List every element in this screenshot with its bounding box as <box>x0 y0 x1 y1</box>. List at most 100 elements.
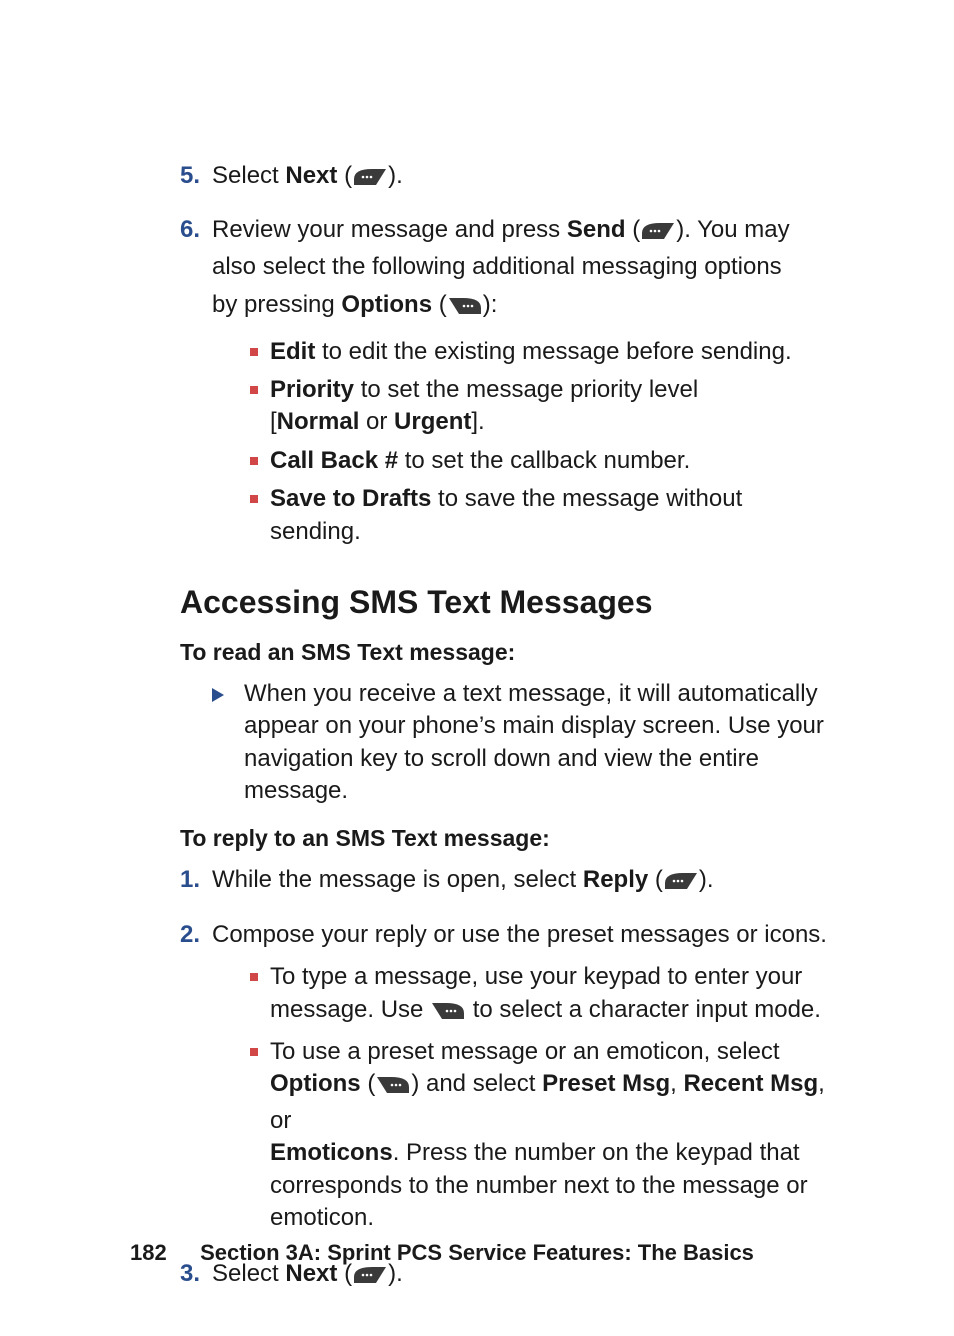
text: to select a character input mode. <box>466 996 821 1023</box>
right-softkey-icon <box>375 1072 411 1104</box>
line: Emoticons. Press the number on the keypa… <box>270 1137 839 1169</box>
label-emoticons: Emoticons <box>270 1139 393 1166</box>
list-item: Edit to edit the existing message before… <box>250 336 839 368</box>
page-number: 182 <box>130 1240 167 1266</box>
text: message. Use <box>270 996 430 1023</box>
right-softkey-icon <box>447 293 483 325</box>
line: navigation key to scroll down and view t… <box>244 743 839 775</box>
label-urgent: Urgent <box>394 408 471 435</box>
text: to set the callback number. <box>398 447 690 474</box>
line: When you receive a text message, it will… <box>244 678 839 710</box>
line: emoticon. <box>270 1202 839 1234</box>
line: corresponds to the number next to the me… <box>270 1170 839 1202</box>
label-preset-msg: Preset Msg <box>542 1070 670 1097</box>
bullet-icon <box>250 1048 258 1056</box>
triangle-bullet-icon <box>212 688 224 702</box>
step-number: 1. <box>180 864 212 900</box>
sub-list: Edit to edit the existing message before… <box>212 336 839 548</box>
label-normal: Normal <box>277 408 360 435</box>
list-text: To type a message, use your keypad to en… <box>270 961 821 1030</box>
right-softkey-icon <box>430 998 466 1030</box>
bullet-icon <box>250 495 258 503</box>
label-callback: Call Back # <box>270 447 398 474</box>
sub-list: To type a message, use your keypad to en… <box>212 961 839 1234</box>
list-item: Priority to set the message priority lev… <box>250 374 839 439</box>
step-5: 5. Select Next (). <box>180 160 839 196</box>
line: Compose your reply or use the preset mes… <box>212 919 839 951</box>
text: . Press the number on the keypad that <box>393 1139 800 1166</box>
label-priority: Priority <box>270 376 354 403</box>
text: While the message is open, select <box>212 866 583 893</box>
label-edit: Edit <box>270 338 315 365</box>
text: Review your message and press <box>212 216 567 243</box>
step-body: While the message is open, select Reply … <box>212 864 839 900</box>
paragraph: When you receive a text message, it will… <box>244 678 839 808</box>
label-next: Next <box>285 162 337 189</box>
line: by pressing Options (): <box>212 289 839 325</box>
reply-step-2: 2. Compose your reply or use the preset … <box>180 919 839 1241</box>
step-body: Compose your reply or use the preset mes… <box>212 919 839 1241</box>
text: Select <box>212 162 285 189</box>
text: , <box>670 1070 683 1097</box>
text: ( <box>337 162 352 189</box>
run-in-heading: To reply to an SMS Text message: <box>180 825 839 852</box>
step-number: 5. <box>180 160 212 196</box>
step-number: 6. <box>180 214 212 554</box>
line: appear on your phone’s main display scre… <box>244 710 839 742</box>
bullet-icon <box>250 457 258 465</box>
read-body: When you receive a text message, it will… <box>180 678 839 808</box>
reply-step-1: 1. While the message is open, select Rep… <box>180 864 839 900</box>
text: ). <box>388 162 403 189</box>
step-number: 2. <box>180 919 212 1241</box>
list-text: Priority to set the message priority lev… <box>270 374 698 439</box>
text: ) and select <box>411 1070 542 1097</box>
line: also select the following additional mes… <box>212 251 839 283</box>
list-item: Save to Drafts to save the message witho… <box>250 483 839 548</box>
text: to edit the existing message before send… <box>315 338 791 365</box>
line: message. Use to select a character input… <box>270 994 821 1030</box>
line: Options ( ) and select Preset Msg, Recent… <box>270 1068 839 1137</box>
line: To use a preset message or an emoticon, … <box>270 1036 839 1068</box>
label-reply: Reply <box>583 866 648 893</box>
list-item: To type a message, use your keypad to en… <box>250 961 839 1030</box>
text: by pressing <box>212 291 341 318</box>
section-heading: Accessing SMS Text Messages <box>180 584 839 621</box>
list-text: Call Back # to set the callback number. <box>270 445 690 477</box>
step-body: Review your message and press Send ( ). Y… <box>212 214 839 554</box>
text: or <box>359 408 394 435</box>
text: ): <box>483 291 498 318</box>
left-softkey-icon <box>663 868 699 900</box>
bullet-icon <box>250 386 258 394</box>
line: [Normal or Urgent]. <box>270 406 698 438</box>
list-item: To use a preset message or an emoticon, … <box>250 1036 839 1234</box>
text: ( <box>626 216 641 243</box>
list-item: Call Back # to set the callback number. <box>250 445 839 477</box>
text: ). You may <box>676 216 789 243</box>
text: ( <box>361 1070 376 1097</box>
text: ( <box>432 291 447 318</box>
text: ]. <box>471 408 484 435</box>
text: ). <box>699 866 714 893</box>
left-softkey-icon <box>640 218 676 250</box>
label-recent-msg: Recent Msg <box>683 1070 818 1097</box>
label-options: Options <box>270 1070 361 1097</box>
bullet-icon <box>250 348 258 356</box>
step-body: Select Next (). <box>212 160 839 196</box>
list-text: Edit to edit the existing message before… <box>270 336 792 368</box>
line: To type a message, use your keypad to en… <box>270 961 821 993</box>
run-in-heading: To read an SMS Text message: <box>180 639 839 666</box>
text: [ <box>270 408 277 435</box>
footer-text: Section 3A: Sprint PCS Service Features:… <box>200 1240 754 1265</box>
left-softkey-icon <box>352 1262 388 1294</box>
text: to set the message priority level <box>354 376 698 403</box>
left-softkey-icon <box>352 164 388 196</box>
label-save-drafts: Save to Drafts <box>270 485 431 512</box>
list-text: To use a preset message or an emoticon, … <box>270 1036 839 1234</box>
list-text: Save to Drafts to save the message witho… <box>270 483 839 548</box>
label-options: Options <box>341 291 432 318</box>
text: ( <box>648 866 663 893</box>
label-send: Send <box>567 216 626 243</box>
step-6: 6. Review your message and press Send ()… <box>180 214 839 554</box>
line: Review your message and press Send ( ). Y… <box>212 214 839 250</box>
line: message. <box>244 775 839 807</box>
